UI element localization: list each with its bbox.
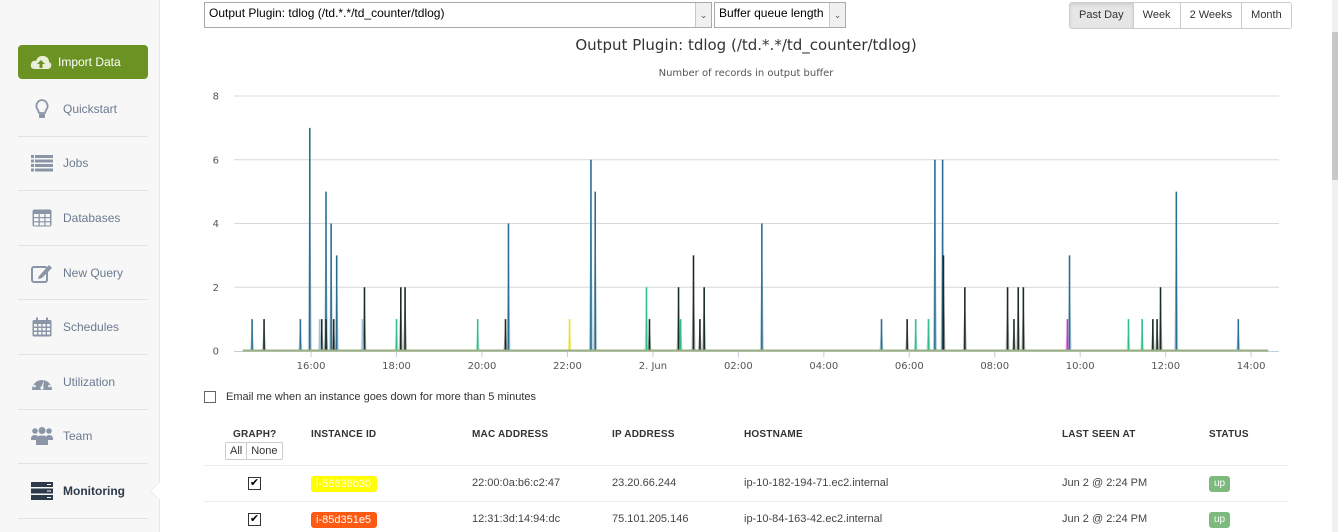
header-status: STATUS bbox=[1209, 429, 1249, 440]
header-graph: GRAPH? bbox=[233, 429, 277, 440]
x-tick-label: 02:00 bbox=[724, 361, 753, 372]
status-badge: up bbox=[1209, 476, 1231, 492]
mac-address: 12:31:3d:14:94:dc bbox=[472, 513, 561, 525]
x-tick-label: 22:00 bbox=[553, 361, 582, 372]
header-instance-id: INSTANCE ID bbox=[311, 429, 377, 440]
y-tick-label: 0 bbox=[213, 347, 219, 358]
status-badge: up bbox=[1209, 512, 1231, 528]
row-divider bbox=[204, 465, 1288, 466]
email-alert-checkbox[interactable] bbox=[204, 391, 216, 403]
server-icon bbox=[31, 480, 53, 502]
hostname: ip-10-182-194-71.ec2.internal bbox=[744, 477, 889, 489]
y-tick-label: 4 bbox=[213, 219, 219, 230]
header-mac: MAC ADDRESS bbox=[472, 429, 549, 440]
x-tick-label: 2. Jun bbox=[639, 361, 667, 372]
x-tick-label: 18:00 bbox=[382, 361, 411, 372]
x-tick-label: 16:00 bbox=[297, 361, 326, 372]
last-seen: Jun 2 @ 2:24 PM bbox=[1062, 477, 1148, 489]
instance-id-badge: i-56636b30 bbox=[311, 476, 377, 492]
header-last-seen: LAST SEEN AT bbox=[1062, 429, 1136, 440]
x-tick-label: 04:00 bbox=[809, 361, 838, 372]
email-alert-label: Email me when an instance goes down for … bbox=[226, 391, 536, 403]
x-tick-label: 12:00 bbox=[1151, 361, 1180, 372]
row-divider bbox=[204, 501, 1288, 502]
x-tick-label: 08:00 bbox=[980, 361, 1009, 372]
header-hostname: HOSTNAME bbox=[744, 429, 803, 440]
chart: 0 2 4 6 8 16:00 18:00 20:00 22:00 2. Jun 02:00 04:… bbox=[213, 92, 1279, 372]
sidebar-item-label: Monitoring bbox=[63, 483, 125, 498]
last-seen: Jun 2 @ 2:24 PM bbox=[1062, 513, 1148, 525]
sidebar-item-team[interactable]: Team bbox=[18, 410, 148, 465]
y-tick-label: 2 bbox=[213, 283, 219, 294]
y-tick-label: 6 bbox=[213, 155, 219, 166]
sidebar-item-label: Team bbox=[63, 429, 93, 444]
graph-select-group: All None bbox=[225, 442, 283, 460]
graph-checkbox[interactable]: ✔ bbox=[248, 513, 261, 526]
x-tick-label: 06:00 bbox=[895, 361, 924, 372]
x-tick-label: 10:00 bbox=[1066, 361, 1095, 372]
mac-address: 22:00:0a:b6:c2:47 bbox=[472, 477, 561, 489]
users-icon bbox=[31, 425, 53, 447]
ip-address: 75.101.205.146 bbox=[612, 513, 689, 525]
graph-checkbox[interactable]: ✔ bbox=[248, 477, 261, 490]
x-tick-label: 14:00 bbox=[1237, 361, 1266, 372]
scrollbar[interactable] bbox=[1332, 0, 1338, 532]
scrollbar-thumb[interactable] bbox=[1332, 32, 1338, 180]
y-tick-label: 8 bbox=[213, 92, 219, 103]
header-ip: IP ADDRESS bbox=[612, 429, 675, 440]
ip-address: 23.20.66.244 bbox=[612, 477, 677, 489]
email-alert-row: Email me when an instance goes down for … bbox=[204, 391, 536, 403]
hostname: ip-10-84-163-42.ec2.internal bbox=[744, 513, 883, 525]
active-indicator bbox=[150, 480, 160, 501]
sidebar-item-monitoring[interactable]: Monitoring bbox=[18, 464, 160, 519]
select-none-button[interactable]: None bbox=[246, 443, 281, 459]
select-all-button[interactable]: All bbox=[226, 443, 246, 459]
x-tick-label: 20:00 bbox=[468, 361, 497, 372]
instance-id-badge: i-85d351e5 bbox=[311, 512, 377, 528]
